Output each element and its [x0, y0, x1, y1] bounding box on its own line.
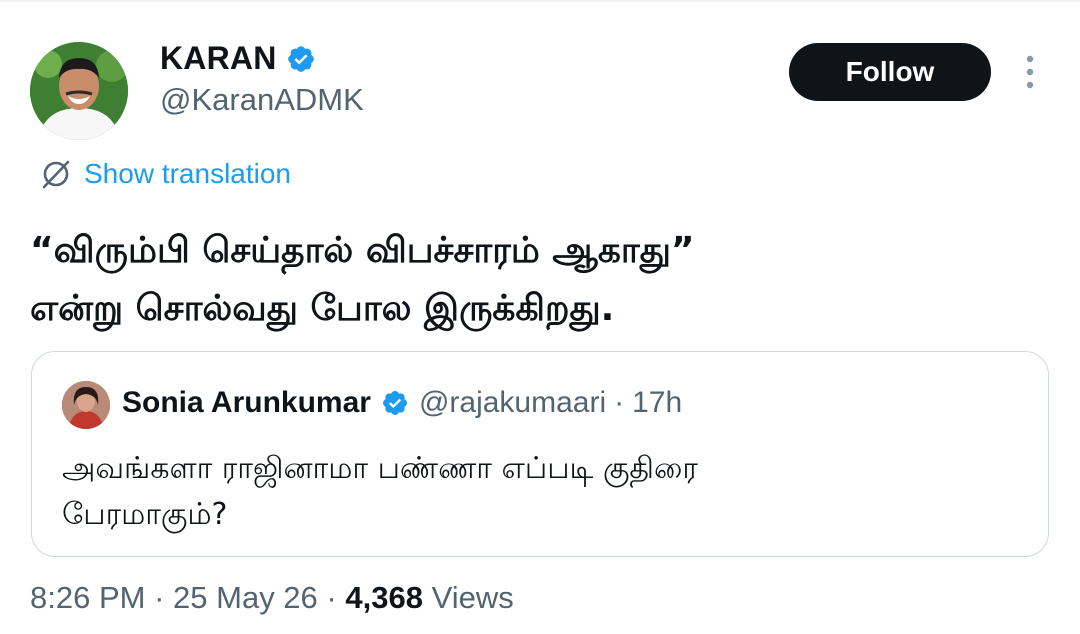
tweet-meta: 8:26 PM · 25 May 26 · 4,368 Views: [30, 580, 514, 616]
tweet-time[interactable]: 8:26 PM: [30, 580, 145, 615]
tweet-text-line-1: “விரும்பி செய்தால் விபச்சாரம் ஆகாது”: [30, 230, 695, 271]
author-handle[interactable]: @KaranADMK: [160, 82, 364, 118]
tweet-text: “விரும்பி செய்தால் விபச்சாரம் ஆகாது” என்…: [30, 222, 1040, 338]
quoted-tweet-text: அவங்களா ராஜினாமா பண்ணா எப்படி குதிரை பேர…: [62, 446, 962, 538]
top-divider: [0, 0, 1080, 2]
tweet-date[interactable]: 25 May 26: [173, 580, 318, 615]
verified-badge-icon: [382, 391, 407, 415]
meta-separator: ·: [326, 580, 337, 615]
quoted-tweet-text-line-2: பேரமாகும்?: [62, 497, 228, 532]
quoted-author-avatar-image: [62, 381, 110, 429]
more-vertical-icon[interactable]: [1020, 54, 1040, 90]
follow-button[interactable]: Follow: [789, 43, 991, 101]
quoted-author-handle[interactable]: @rajakumaari: [419, 386, 606, 420]
show-translation-link[interactable]: Show translation: [40, 154, 291, 194]
header-separator: ·: [614, 386, 625, 419]
tweet-text-line-2: என்று சொல்வது போல இருக்கிறது.: [30, 288, 615, 329]
verified-badge-icon: [288, 46, 314, 72]
meta-separator: ·: [154, 580, 165, 615]
quoted-tweet-header: Sonia Arunkumar @rajakumaari · 17h: [122, 386, 682, 420]
author-avatar-image: [30, 42, 128, 140]
translate-icon: [42, 160, 70, 189]
author-name[interactable]: KARAN: [160, 40, 277, 77]
author-avatar[interactable]: [30, 42, 128, 140]
quoted-tweet-text-line-1: அவங்களா ராஜினாமா பண்ணா எப்படி குதிரை: [62, 451, 698, 486]
quoted-author-name[interactable]: Sonia Arunkumar: [122, 386, 371, 420]
show-translation-label: Show translation: [84, 158, 292, 189]
views-label: Views: [431, 580, 514, 615]
quoted-author-avatar[interactable]: [62, 381, 110, 429]
views-count: 4,368: [345, 580, 423, 615]
quoted-tweet-card[interactable]: Sonia Arunkumar @rajakumaari · 17h அவங்க…: [31, 351, 1049, 557]
quoted-tweet-time[interactable]: 17h: [632, 386, 682, 420]
